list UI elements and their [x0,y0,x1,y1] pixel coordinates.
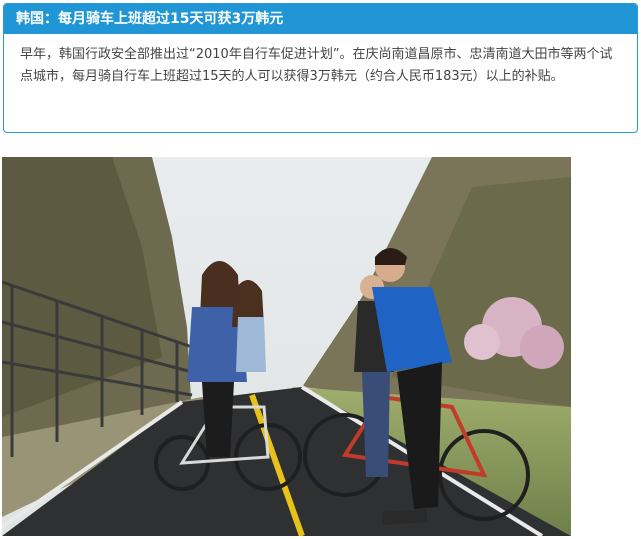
card-body-text: 早年，韩国行政安全部推出过“2010年自行车促进计划”。在庆尚南道昌原市、忠清南… [20,47,613,84]
card-title: 韩国：每月骑车上班超过15天可获3万韩元 [4,4,637,34]
cyclists-photo [2,157,571,536]
info-card: 韩国：每月骑车上班超过15天可获3万韩元 早年，韩国行政安全部推出过“2010年… [3,3,638,133]
photo-illustration [2,157,571,536]
